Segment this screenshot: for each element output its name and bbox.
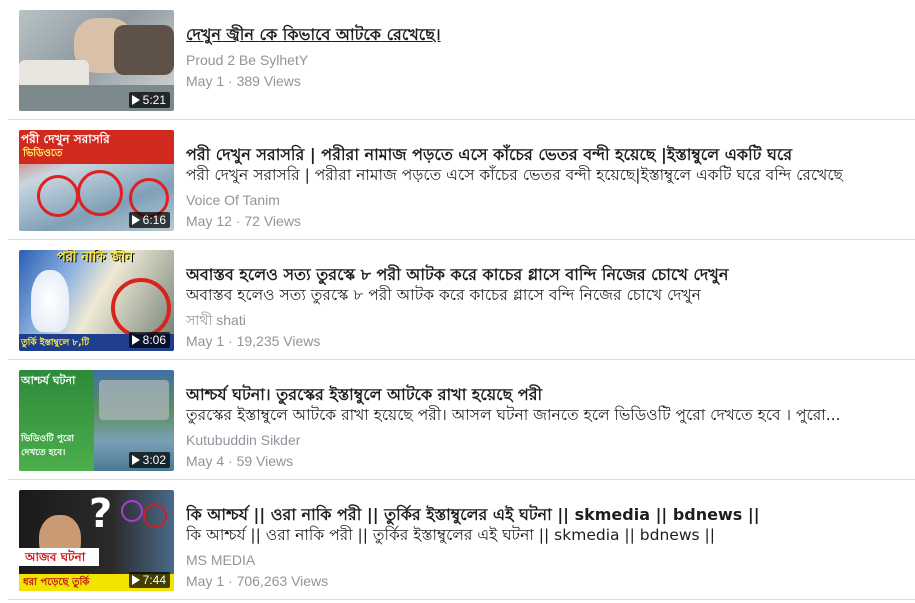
duration-badge: 3:02: [128, 452, 170, 468]
video-meta: পরী দেখুন সরাসরি | পরীরা নামাজ পড়তে এসে…: [186, 130, 901, 230]
thumb-caption-sub: ধরা পড়েছে তুর্কি: [23, 577, 90, 588]
thumb-figure: [114, 25, 174, 75]
channel-name[interactable]: সাথী shati: [186, 311, 901, 329]
channel-name[interactable]: Voice Of Tanim: [186, 191, 901, 209]
video-title[interactable]: পরী দেখুন সরাসরি | পরীরা নামাজ পড়তে এসে…: [186, 144, 901, 165]
video-stats: May 12 · 72 Views: [186, 212, 901, 230]
video-meta: কি আশ্চর্য || ওরা নাকি পরী || তুর্কির ইস…: [186, 490, 901, 590]
video-description: অবাস্তব হলেও সত্য তুরস্কে ৮ পরী আটক করে …: [186, 286, 701, 304]
video-date: May 1: [186, 333, 225, 349]
duration-text: 6:16: [142, 213, 166, 227]
highlight-circle: [143, 504, 167, 528]
highlight-circle: [121, 500, 143, 522]
view-count: 706,263 Views: [236, 573, 329, 589]
duration-text: 3:02: [142, 453, 166, 467]
video-title[interactable]: অবাস্তব হলেও সত্য তুরস্কে ৮ পরী আটক করে …: [186, 264, 901, 285]
thumb-caption-sub: ভিডিওটি পুরো দেখতে হবে।: [21, 434, 75, 458]
video-title[interactable]: কি আশ্চর্য || ওরা নাকি পরী || তুর্কির ইস…: [186, 504, 901, 525]
view-count: 72 Views: [244, 213, 301, 229]
video-thumbnail[interactable]: আশ্চর্য ঘটনা ভিডিওটি পুরো দেখতে হবে। 3:0…: [19, 370, 174, 471]
video-meta: অবাস্তব হলেও সত্য তুরস্কে ৮ পরী আটক করে …: [186, 250, 901, 350]
video-stats: May 1 · 19,235 Views: [186, 332, 901, 350]
duration-badge: 6:16: [128, 212, 170, 228]
video-thumbnail[interactable]: পরী নাকি জীন তুর্কি ইস্তাম্বুলে ৮,টি 8:0…: [19, 250, 174, 351]
duration-badge: 7:44: [128, 572, 170, 588]
separator: ·: [224, 333, 237, 349]
video-date: May 12: [186, 213, 232, 229]
separator: ·: [224, 573, 237, 589]
video-description: তুরস্কের ইস্তাম্বুলে আটকে রাখা হয়েছে পর…: [186, 406, 841, 424]
video-stats: May 1 · 706,263 Views: [186, 572, 901, 590]
video-title[interactable]: আশ্চর্য ঘটনা। তুরস্কের ইস্তাম্বুলে আটকে …: [186, 384, 901, 405]
video-thumbnail[interactable]: 5:21: [19, 10, 174, 111]
video-stats: May 4 · 59 Views: [186, 452, 901, 470]
video-description: পরী দেখুন সরাসরি | পরীরা নামাজ পড়তে এসে…: [186, 166, 843, 184]
separator: ·: [231, 213, 245, 229]
duration-text: 5:21: [142, 93, 166, 107]
view-count: 389 Views: [236, 73, 301, 89]
thumb-caption-sub: তুর্কি ইস্তাম্বুলে ৮,টি: [21, 338, 90, 348]
video-date: May 4: [186, 453, 225, 469]
channel-name[interactable]: Kutubuddin Sikder: [186, 431, 901, 449]
highlight-circle: [37, 175, 79, 217]
thumb-crowd: [99, 380, 169, 420]
thumb-caption: আশ্চর্য ঘটনা: [21, 374, 76, 387]
video-date: May 1: [186, 73, 225, 89]
video-item[interactable]: পরী নাকি জীন তুর্কি ইস্তাম্বুলে ৮,টি 8:0…: [0, 240, 915, 359]
play-icon: [131, 95, 140, 105]
play-icon: [131, 455, 140, 465]
question-mark-icon: ?: [89, 491, 113, 537]
channel-name[interactable]: MS MEDIA: [186, 551, 901, 569]
play-icon: [131, 215, 140, 225]
video-stats: May 1 · 389 Views: [186, 72, 901, 90]
video-date: May 1: [186, 573, 225, 589]
video-item[interactable]: পরী দেখুন সরাসরি ভিডিওতে 6:16 পরী দেখুন …: [0, 120, 915, 239]
highlight-circle: [77, 170, 123, 216]
view-count: 59 Views: [236, 453, 294, 469]
divider: [8, 599, 915, 600]
view-count: 19,235 Views: [236, 333, 321, 349]
video-list: 5:21 দেখুন জ্বীন কে কিভাবে আটকে রেখেছে। …: [0, 0, 915, 603]
thumb-caption: আজব ঘটনা: [25, 550, 86, 564]
video-item[interactable]: আশ্চর্য ঘটনা ভিডিওটি পুরো দেখতে হবে। 3:0…: [0, 360, 915, 479]
highlight-circle: [111, 278, 171, 338]
separator: ·: [224, 73, 237, 89]
video-meta: দেখুন জ্বীন কে কিভাবে আটকে রেখেছে। Proud…: [186, 10, 901, 90]
video-thumbnail[interactable]: পরী দেখুন সরাসরি ভিডিওতে 6:16: [19, 130, 174, 231]
play-icon: [131, 575, 140, 585]
video-description: কি আশ্চর্য || ওরা নাকি পরী || তুর্কির ইস…: [186, 526, 715, 544]
thumb-caption: পরী দেখুন সরাসরি: [21, 132, 110, 146]
duration-badge: 5:21: [128, 92, 170, 108]
separator: ·: [224, 453, 237, 469]
video-meta: আশ্চর্য ঘটনা। তুরস্কের ইস্তাম্বুলে আটকে …: [186, 370, 901, 470]
thumb-figure: [31, 270, 69, 332]
video-item[interactable]: ? আজব ঘটনা ধরা পড়েছে তুর্কি 7:44 কি আশ্…: [0, 480, 915, 599]
video-item[interactable]: 5:21 দেখুন জ্বীন কে কিভাবে আটকে রেখেছে। …: [0, 0, 915, 119]
thumb-caption: পরী নাকি জীন: [57, 250, 134, 265]
video-title[interactable]: দেখুন জ্বীন কে কিভাবে আটকে রেখেছে।: [186, 24, 901, 45]
duration-text: 7:44: [142, 573, 166, 587]
duration-badge: 8:06: [128, 332, 170, 348]
play-icon: [131, 335, 140, 345]
video-thumbnail[interactable]: ? আজব ঘটনা ধরা পড়েছে তুর্কি 7:44: [19, 490, 174, 591]
channel-name[interactable]: Proud 2 Be SylhetY: [186, 51, 901, 69]
duration-text: 8:06: [142, 333, 166, 347]
thumb-caption-sub: ভিডিওতে: [23, 148, 63, 159]
